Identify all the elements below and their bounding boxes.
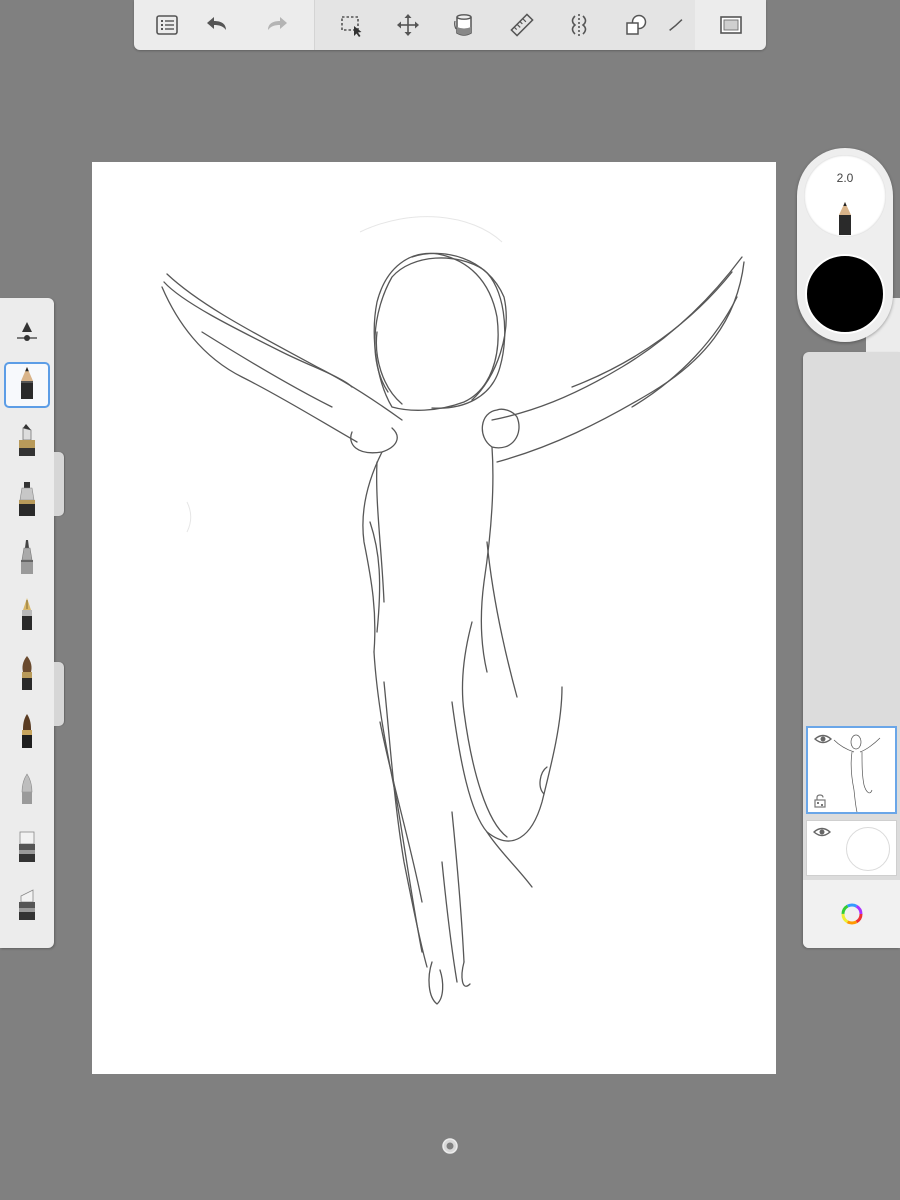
ruler-icon[interactable] (505, 8, 539, 42)
palette-handle-top[interactable] (54, 452, 64, 516)
pencil-icon (839, 202, 851, 235)
eye-icon[interactable] (813, 825, 831, 839)
sketch-layer[interactable] (806, 726, 897, 814)
palette-handle-bottom[interactable] (54, 662, 64, 726)
layer-thumbnail (833, 734, 881, 813)
layer-panel (803, 352, 900, 948)
top-toolbar (134, 0, 766, 50)
toolbar-tools-group (314, 0, 695, 50)
undo-icon[interactable] (200, 8, 234, 42)
fill-icon[interactable] (447, 8, 481, 42)
shapes-icon[interactable] (619, 8, 653, 42)
smudge-icon[interactable] (5, 768, 49, 812)
fullscreen-icon[interactable] (714, 8, 748, 42)
airbrush-icon[interactable] (5, 536, 49, 580)
ink-pen-icon[interactable] (5, 478, 49, 522)
brush-palette (0, 298, 54, 948)
eraser-icon[interactable] (5, 826, 49, 870)
paintbrush-icon[interactable] (5, 652, 49, 696)
background-color-thumbnail (846, 827, 890, 871)
color-wheel-icon (841, 903, 862, 925)
brush-size-control[interactable]: 2.0 (804, 155, 886, 237)
fountain-pen-icon[interactable] (5, 594, 49, 638)
soft-eraser-icon[interactable] (5, 884, 49, 928)
selection-icon[interactable] (335, 8, 369, 42)
figure-sketch (161, 216, 745, 1005)
redo-icon[interactable] (260, 8, 294, 42)
brush-size-value: 2.0 (836, 171, 854, 185)
color-wheel-button[interactable] (803, 880, 900, 948)
pencil-icon[interactable] (4, 362, 50, 408)
watercolor-brush-icon[interactable] (5, 710, 49, 754)
perspective-icon[interactable] (665, 8, 685, 42)
eye-icon[interactable] (814, 732, 832, 746)
brush-puck[interactable]: 2.0 (797, 148, 893, 342)
lock-icon[interactable] (814, 794, 826, 808)
current-color-swatch[interactable] (805, 254, 885, 334)
list-icon[interactable] (150, 8, 184, 42)
symmetry-icon[interactable] (562, 8, 596, 42)
transform-icon[interactable] (391, 8, 425, 42)
brush-adjust-icon[interactable] (5, 306, 49, 350)
toolbar-left-group (134, 0, 314, 50)
background-layer[interactable] (806, 820, 897, 876)
canvas-reset-icon[interactable] (441, 1137, 459, 1155)
drawing-canvas[interactable] (92, 162, 776, 1074)
marker-icon[interactable] (5, 420, 49, 464)
